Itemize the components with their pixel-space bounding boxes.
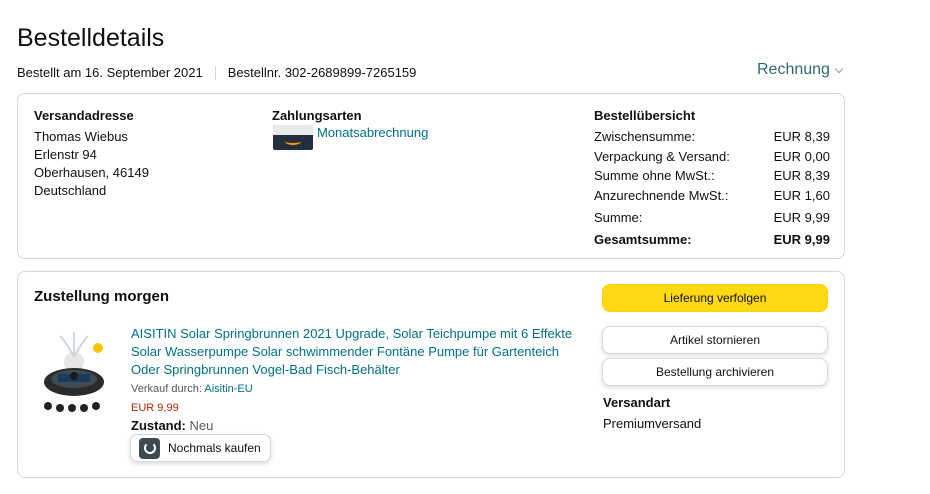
summary-value: EUR 9,99 bbox=[773, 209, 830, 225]
summary-value: EUR 0,00 bbox=[773, 148, 830, 164]
payment-method-link[interactable]: Monatsabrechnung bbox=[317, 125, 428, 140]
cancel-item-button[interactable]: Artikel stornieren bbox=[602, 326, 828, 354]
condition-value: Neu bbox=[189, 418, 214, 433]
shipping-address: Thomas Wiebus Erlenstr 94 Oberhausen, 46… bbox=[34, 128, 149, 200]
buy-again-label: Nochmals kaufen bbox=[168, 441, 261, 455]
invoice-dropdown[interactable]: Rechnung bbox=[757, 61, 844, 79]
shipping-method-heading: Versandart bbox=[603, 395, 671, 410]
summary-total-row: Gesamtsumme: EUR 9,99 bbox=[594, 230, 830, 250]
product-image[interactable] bbox=[38, 322, 110, 412]
summary-value: EUR 1,60 bbox=[773, 188, 830, 204]
summary-row: Verpackung & Versand: EUR 0,00 bbox=[594, 147, 830, 167]
seller-prefix: Verkauf durch: bbox=[131, 383, 205, 395]
payment-heading: Zahlungsarten bbox=[272, 108, 362, 123]
invoice-label: Rechnung bbox=[757, 61, 830, 78]
summary-value: EUR 8,39 bbox=[773, 129, 830, 145]
summary-label: Summe: bbox=[594, 209, 643, 225]
order-meta: Bestellt am 16. September 2021 Bestellnr… bbox=[17, 65, 416, 80]
summary-row: Summe: EUR 9,99 bbox=[594, 207, 830, 227]
summary-heading: Bestellübersicht bbox=[594, 108, 696, 123]
page-title: Bestelldetails bbox=[17, 24, 165, 52]
summary-total-label: Gesamtsumme: bbox=[594, 232, 692, 248]
buy-again-icon bbox=[139, 437, 160, 459]
order-info-box: Versandadresse Thomas Wiebus Erlenstr 94… bbox=[17, 93, 845, 259]
summary-label: Anzurechnende MwSt.: bbox=[594, 188, 729, 204]
shipping-address-heading: Versandadresse bbox=[34, 108, 134, 123]
summary-row: Summe ohne MwSt.: EUR 8,39 bbox=[594, 166, 830, 186]
order-summary: Zwischensumme: EUR 8,39 Verpackung & Ver… bbox=[594, 127, 830, 250]
summary-label: Summe ohne MwSt.: bbox=[594, 168, 715, 184]
delivery-box: Zustellung morgen AISITIN Solar Springbr… bbox=[17, 271, 845, 478]
buy-again-button[interactable]: Nochmals kaufen bbox=[130, 434, 271, 462]
track-package-button[interactable]: Lieferung verfolgen bbox=[602, 284, 828, 312]
summary-value: EUR 8,39 bbox=[773, 168, 830, 184]
summary-row: Zwischensumme: EUR 8,39 bbox=[594, 127, 830, 147]
product-price: EUR 9,99 bbox=[131, 402, 179, 414]
seller-info: Verkauf durch: Aisitin-EU bbox=[131, 383, 253, 395]
address-line: Thomas Wiebus bbox=[34, 129, 128, 144]
product-title-link[interactable]: AISITIN Solar Springbrunnen 2021 Upgrade… bbox=[131, 325, 581, 379]
monthly-invoice-card-icon bbox=[273, 125, 313, 150]
shipping-method-value: Premiumversand bbox=[603, 416, 702, 431]
meta-divider bbox=[214, 65, 216, 80]
summary-label: Zwischensumme: bbox=[594, 129, 696, 145]
address-line: Erlenstr 94 bbox=[34, 147, 97, 162]
summary-total-value: EUR 9,99 bbox=[773, 232, 830, 248]
address-line: Deutschland bbox=[34, 183, 107, 198]
order-date: Bestellt am 16. September 2021 bbox=[17, 65, 203, 80]
order-number: Bestellnr. 302-2689899-7265159 bbox=[227, 65, 417, 80]
delivery-status-title: Zustellung morgen bbox=[34, 288, 169, 305]
chevron-down-icon bbox=[834, 64, 844, 73]
address-line: Oberhausen, 46149 bbox=[34, 165, 149, 180]
summary-label: Verpackung & Versand: bbox=[594, 148, 730, 164]
archive-order-button[interactable]: Bestellung archivieren bbox=[602, 358, 828, 386]
seller-link[interactable]: Aisitin-EU bbox=[204, 383, 252, 395]
condition-label: Zustand: bbox=[131, 418, 186, 433]
product-condition: Zustand: Neu bbox=[131, 418, 213, 433]
summary-row: Anzurechnende MwSt.: EUR 1,60 bbox=[594, 186, 830, 206]
